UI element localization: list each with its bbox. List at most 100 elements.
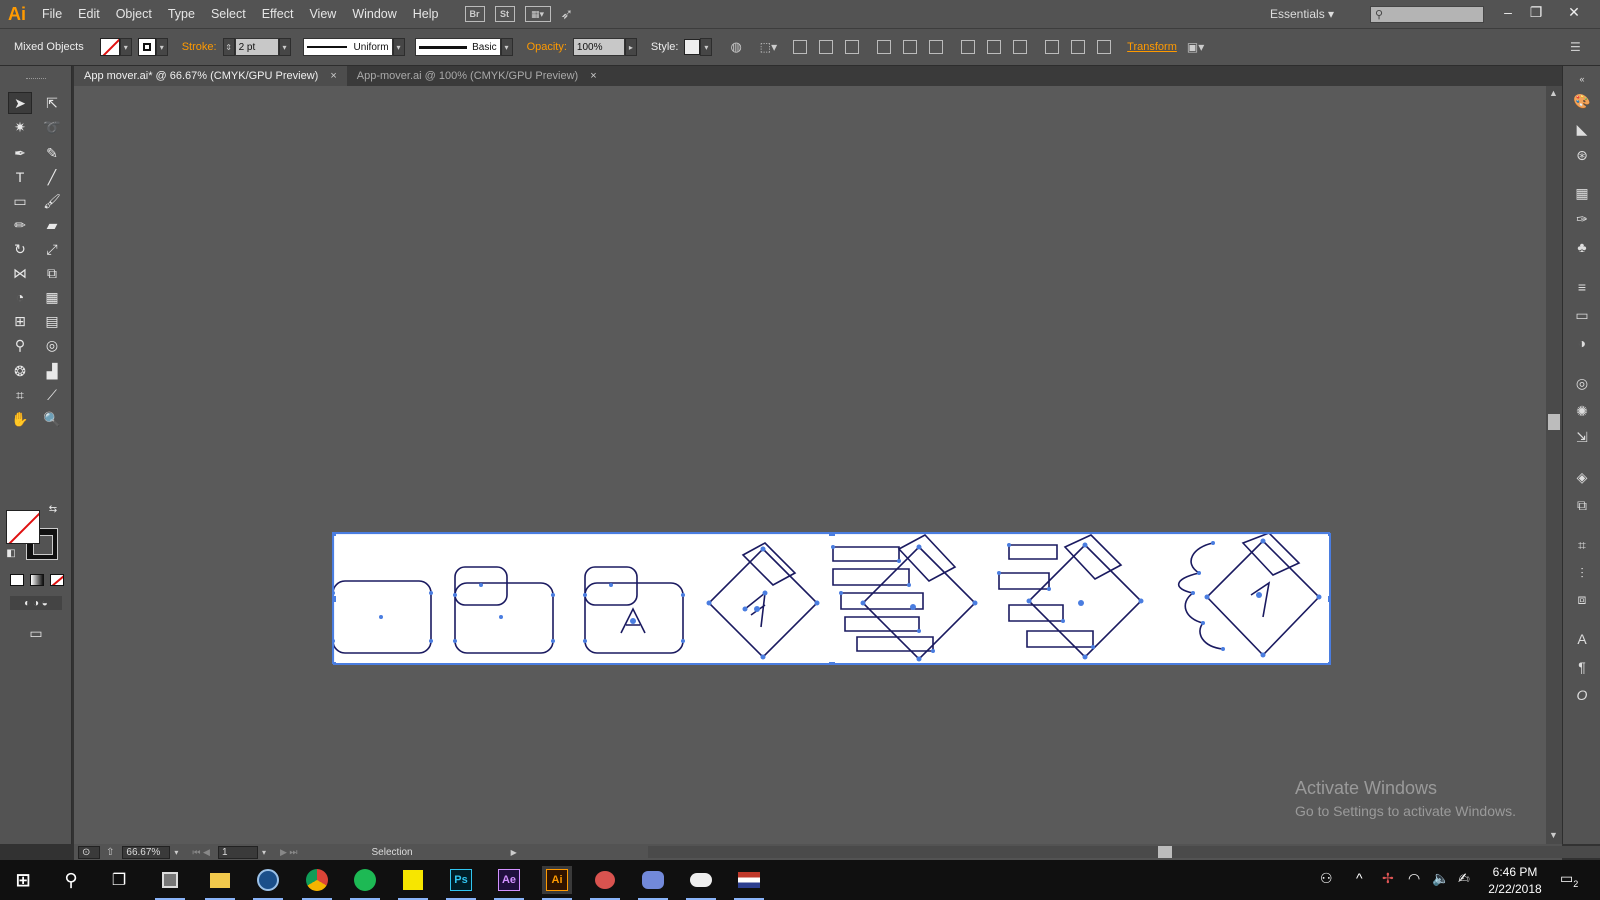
bbox-handle[interactable]	[333, 662, 336, 665]
default-fill-stroke-icon[interactable]: ◧	[4, 546, 18, 560]
close-icon[interactable]: ×	[590, 66, 596, 86]
opacity-arrow[interactable]: ▸	[624, 38, 637, 56]
next-artboard-button[interactable]: ▶ ⏭	[280, 847, 298, 858]
fill-color-box[interactable]	[6, 510, 40, 544]
align-vertical-center-icon[interactable]	[903, 40, 918, 54]
gradient-mode-icon[interactable]	[30, 574, 44, 586]
opacity-label[interactable]: Opacity:	[527, 41, 567, 53]
artwork-paths[interactable]	[333, 533, 1331, 665]
layers-icon[interactable]: ◈	[1572, 468, 1592, 486]
bbox-handle[interactable]	[1328, 596, 1331, 602]
stroke-panel-icon[interactable]: ≡	[1572, 278, 1592, 296]
photoshop-icon[interactable]: Ps	[446, 866, 476, 900]
opacity-input[interactable]: 100%	[572, 38, 625, 56]
frame-4-diamond[interactable]	[707, 547, 819, 659]
zoom-dropdown-arrow[interactable]: ▾	[174, 848, 178, 857]
minimize-button[interactable]: –	[1494, 0, 1522, 24]
arrange-documents-icon[interactable]: ▦▾	[524, 6, 551, 22]
blend-tool-icon[interactable]: ◎	[40, 334, 64, 356]
swatches-icon[interactable]: ▦	[1572, 184, 1592, 202]
bbox-handle[interactable]	[829, 662, 835, 665]
after-effects-icon[interactable]: Ae	[494, 866, 524, 900]
libraries-icon[interactable]: ⊛	[1572, 146, 1592, 164]
wifi-icon[interactable]: ◠	[1408, 870, 1420, 887]
pencil-tool-icon[interactable]: ✏	[8, 214, 32, 236]
kakao-player-icon[interactable]	[398, 866, 428, 900]
mesh-tool-icon[interactable]: ⊞	[8, 310, 32, 332]
align-right-icon[interactable]	[845, 40, 860, 54]
character-panel-icon[interactable]: A	[1572, 630, 1592, 648]
graphic-styles-icon[interactable]: ✺	[1572, 402, 1592, 420]
width-tool-icon[interactable]: ⋈	[8, 262, 32, 284]
volume-icon[interactable]: 🔈	[1432, 870, 1449, 887]
free-transform-tool-icon[interactable]: ⧉	[40, 262, 64, 284]
distribute-top-icon[interactable]	[961, 40, 976, 54]
color-mode-icon[interactable]	[10, 574, 24, 586]
horizontal-scroll-thumb[interactable]	[1158, 846, 1172, 858]
people-icon[interactable]: ⚇	[1320, 870, 1333, 887]
menu-select[interactable]: Select	[203, 0, 254, 28]
frame-4-tab[interactable]	[741, 542, 797, 586]
distribute-horizontal-center-icon[interactable]	[1071, 40, 1086, 54]
frame-7-wave-path[interactable]	[1177, 542, 1224, 650]
artboards-icon[interactable]: ⧉	[1572, 496, 1592, 514]
task-view-icon[interactable]: ❐	[104, 866, 134, 894]
style-dropdown[interactable]: ▾	[700, 38, 713, 56]
restore-button[interactable]: ❐	[1522, 0, 1550, 24]
taskbar-clock[interactable]: 6:46 PM 2/22/2018	[1480, 864, 1550, 898]
selection-bounding-box[interactable]	[333, 533, 1331, 665]
gradient-tool-icon[interactable]: ▤	[40, 310, 64, 332]
tab-app-mover-modified[interactable]: App mover.ai* @ 66.67% (CMYK/GPU Preview…	[74, 66, 347, 86]
frame-7-diamond[interactable]	[1205, 539, 1321, 657]
isolate-group-icon[interactable]: ▣▾	[1187, 40, 1204, 54]
gpu-status-icon[interactable]: ⊙	[78, 845, 100, 859]
direct-selection-tool-icon[interactable]: ⇱	[40, 92, 64, 114]
discord-icon[interactable]	[638, 866, 668, 900]
bbox-handle[interactable]	[829, 533, 835, 536]
chrome-icon[interactable]	[302, 866, 332, 900]
distribute-vertical-center-icon[interactable]	[987, 40, 1002, 54]
line-segment-tool-icon[interactable]: ╱	[40, 166, 64, 188]
variable-width-profile[interactable]: Uniform	[302, 38, 393, 56]
steam-icon[interactable]	[253, 866, 283, 900]
bbox-handle[interactable]	[333, 596, 336, 602]
bbox-handle[interactable]	[333, 533, 336, 536]
menu-view[interactable]: View	[301, 0, 344, 28]
status-menu-arrow[interactable]: ▶	[511, 848, 517, 857]
align-horizontal-center-icon[interactable]	[819, 40, 834, 54]
menu-edit[interactable]: Edit	[70, 0, 108, 28]
fill-swatch[interactable]	[99, 38, 120, 56]
scale-tool-icon[interactable]: ⤢	[40, 238, 64, 260]
distribute-bottom-icon[interactable]	[1013, 40, 1028, 54]
action-center-icon[interactable]: ▭2	[1560, 870, 1578, 889]
horizontal-scrollbar[interactable]	[648, 846, 1600, 858]
profile-dropdown[interactable]: ▾	[392, 38, 405, 56]
selection-tool-icon[interactable]: ➤	[8, 92, 32, 114]
scroll-down-arrow[interactable]: ▼	[1549, 830, 1558, 840]
flag-app-icon[interactable]	[734, 866, 764, 900]
workspace-switcher[interactable]: Essentials ▾	[1270, 0, 1334, 28]
type-tool-icon[interactable]: T	[8, 166, 32, 188]
symbol-sprayer-tool-icon[interactable]: ❂	[8, 360, 32, 382]
spotify-icon[interactable]	[350, 866, 380, 900]
paragraph-panel-icon[interactable]: ¶	[1572, 658, 1592, 676]
artboard-number-input[interactable]: 1	[217, 845, 258, 859]
transform-link[interactable]: Transform	[1127, 41, 1177, 53]
frame-7-letter-a[interactable]	[1250, 581, 1271, 618]
tray-app-icon[interactable]: ✢	[1382, 870, 1394, 887]
transform-panel-icon[interactable]: ⌗	[1572, 536, 1592, 554]
menu-object[interactable]: Object	[108, 0, 160, 28]
stroke-weight-dropdown[interactable]: ▾	[278, 38, 291, 56]
graphic-style-swatch[interactable]	[684, 39, 701, 55]
vertical-scroll-thumb[interactable]	[1548, 414, 1560, 430]
dark-app-icon[interactable]	[155, 866, 185, 900]
file-explorer-icon[interactable]	[205, 866, 235, 900]
bridge-button[interactable]: Br	[464, 6, 485, 22]
tab-app-mover[interactable]: App-mover.ai @ 100% (CMYK/GPU Preview) ×	[346, 66, 607, 86]
asset-export-icon[interactable]: ⇲	[1572, 428, 1592, 446]
distribute-left-icon[interactable]	[1045, 40, 1060, 54]
artboard[interactable]	[332, 532, 1331, 665]
scroll-up-arrow[interactable]: ▲	[1549, 88, 1558, 98]
align-left-icon[interactable]	[793, 40, 808, 54]
paintbrush-tool-icon[interactable]: 🖌	[40, 190, 64, 212]
